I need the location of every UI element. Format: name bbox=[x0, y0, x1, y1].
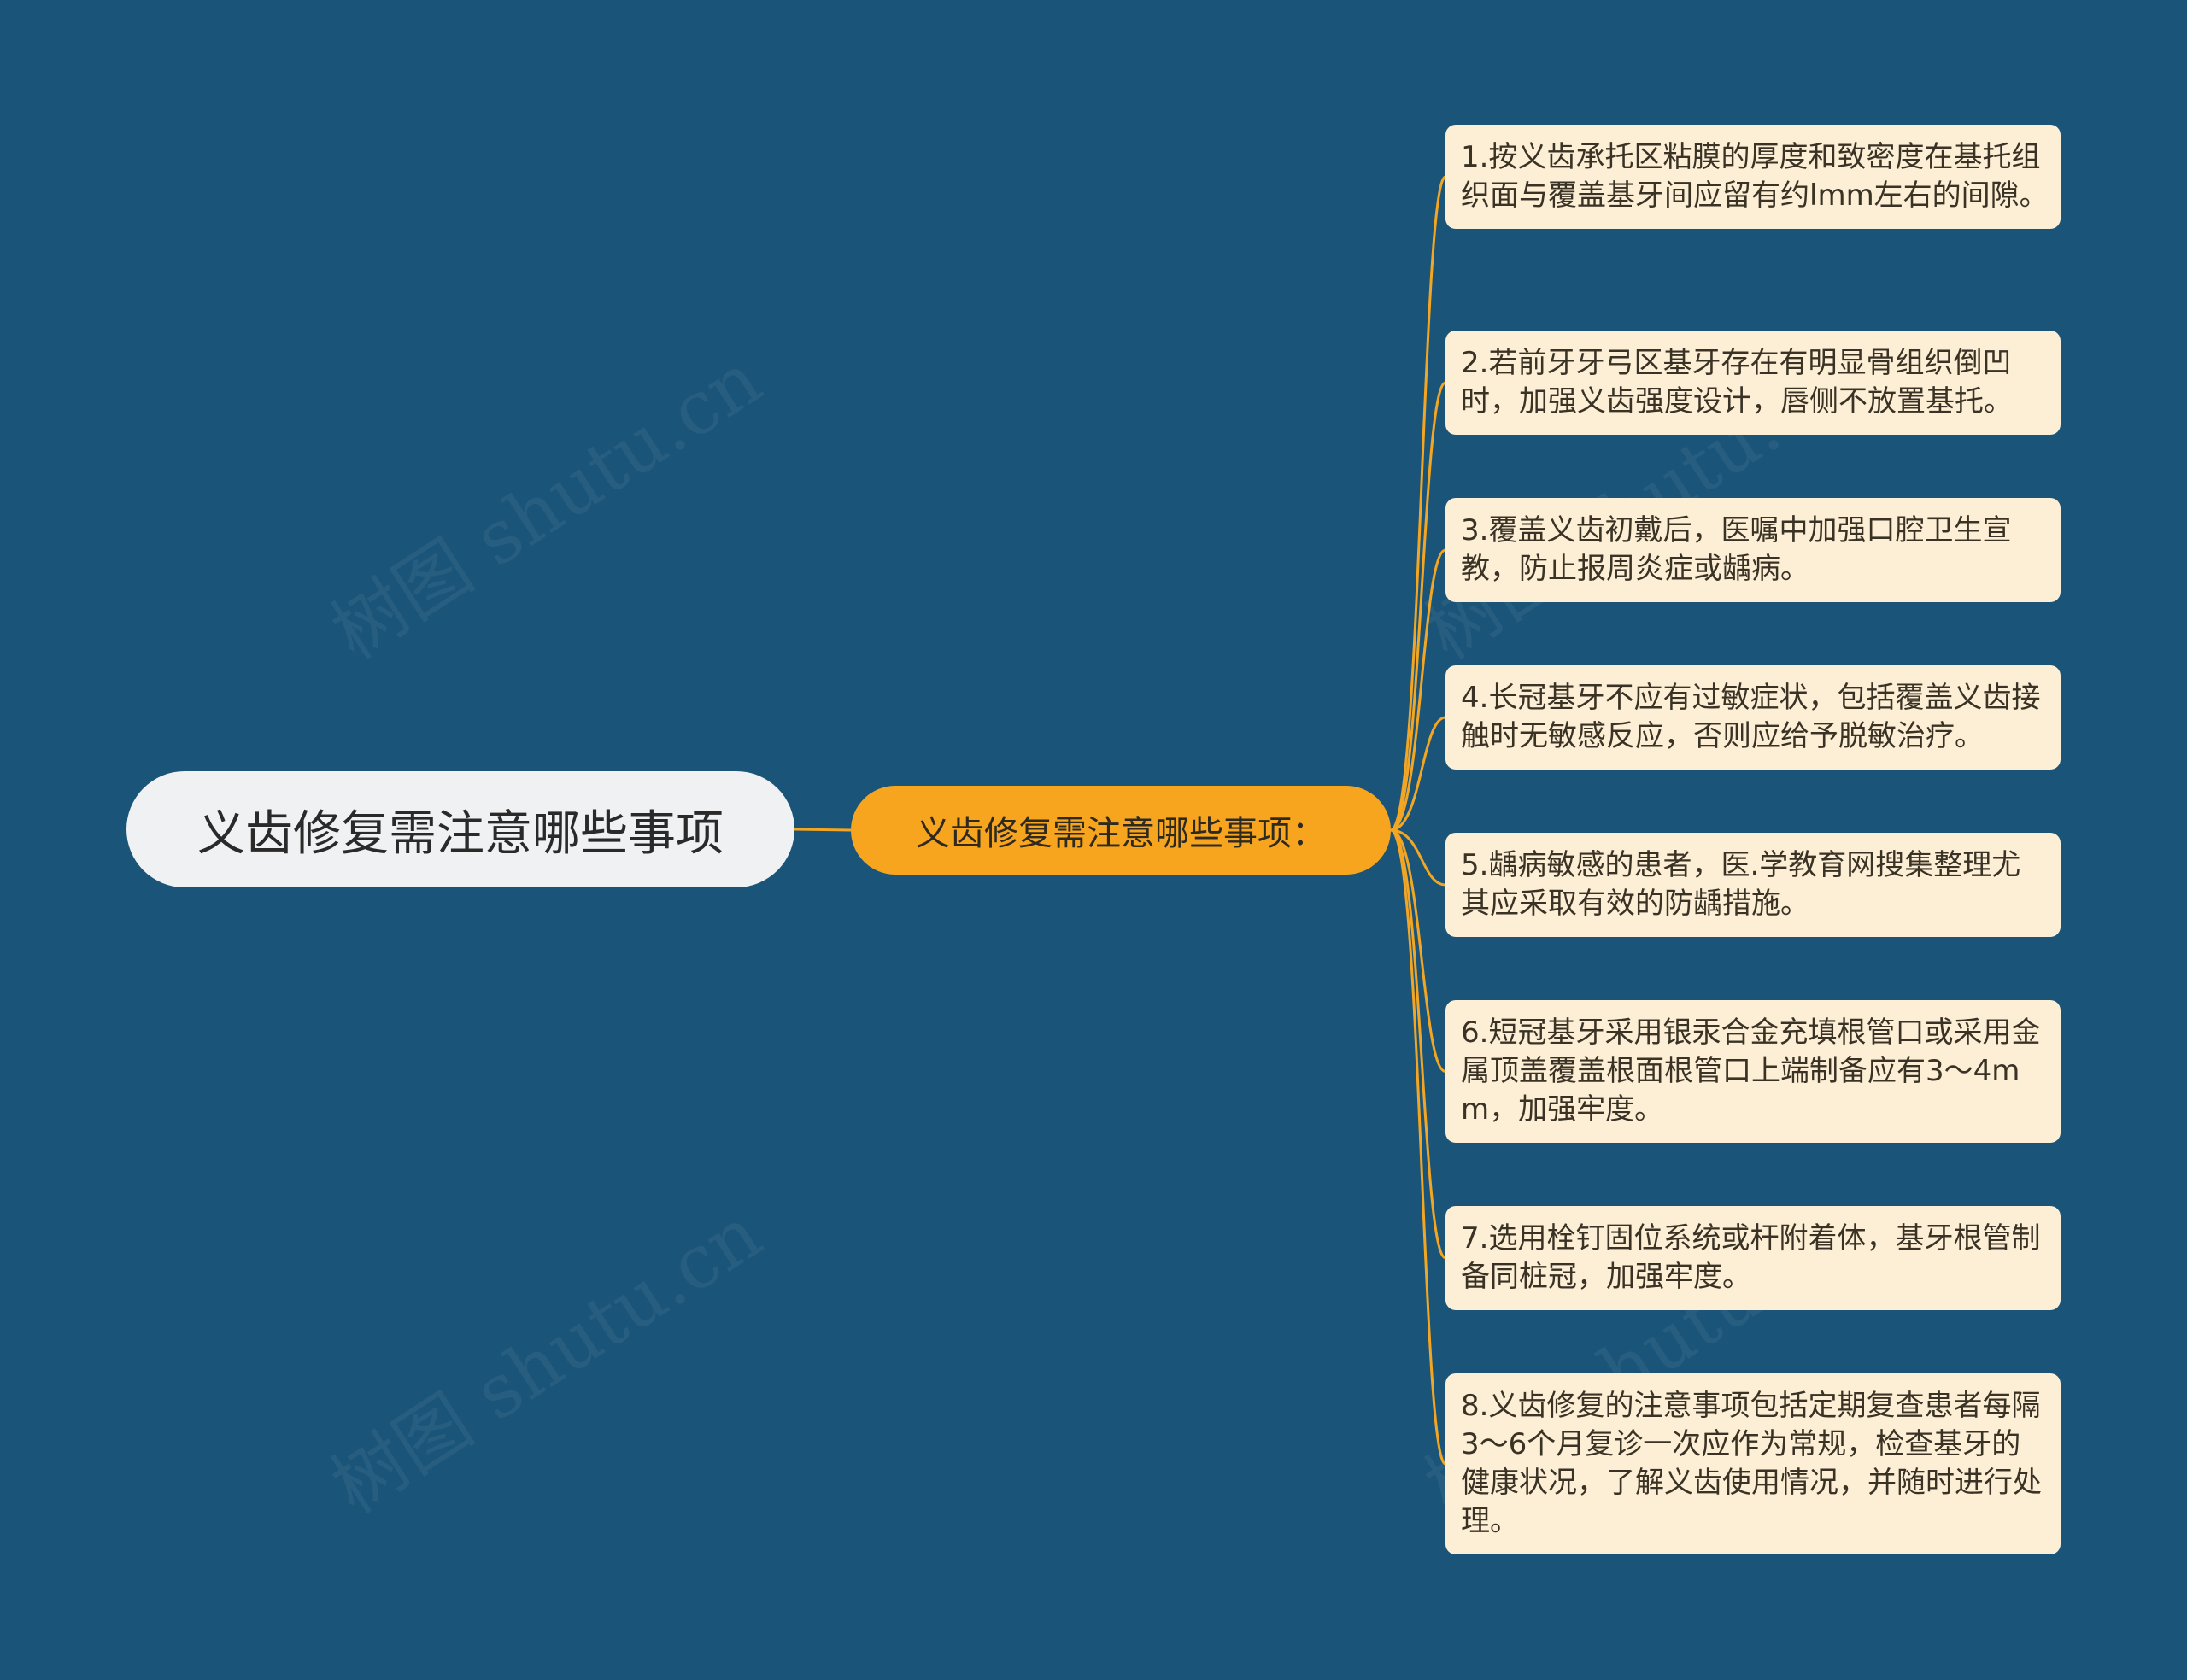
root-topic[interactable]: 义齿修复需注意哪些事项 bbox=[126, 771, 794, 887]
leaf-node-6[interactable]: 6.短冠基牙采用银汞合金充填根管口或采用金属顶盖覆盖根面根管口上端制备应有3～4… bbox=[1445, 1000, 2061, 1143]
watermark: 树图 shutu.cn bbox=[317, 337, 777, 676]
edge-root-to-subtopic bbox=[794, 828, 852, 832]
leaf-node-1[interactable]: 1.按义齿承托区粘膜的厚度和致密度在基托组织面与覆盖基牙间应留有约lmm左右的间… bbox=[1445, 125, 2061, 229]
leaf-text: 1.按义齿承托区粘膜的厚度和致密度在基托组织面与覆盖基牙间应留有约lmm左右的间… bbox=[1461, 140, 2049, 213]
leaf-text: 5.龋病敏感的患者，医.学教育网搜集整理尤其应采取有效的防龋措施。 bbox=[1461, 848, 2021, 921]
leaf-node-3[interactable]: 3.覆盖义齿初戴后，医嘱中加强口腔卫生宣教，防止报周炎症或龋病。 bbox=[1445, 498, 2061, 602]
edge-subtopic-to-leaf-1 bbox=[1390, 175, 1447, 832]
leaf-node-7[interactable]: 7.选用栓钉固位系统或杆附着体，基牙根管制备同桩冠，加强牢度。 bbox=[1445, 1206, 2061, 1310]
leaf-node-2[interactable]: 2.若前牙牙弓区基牙存在有明显骨组织倒凹时，加强义齿强度设计，唇侧不放置基托。 bbox=[1445, 331, 2061, 435]
leaf-node-4[interactable]: 4.长冠基牙不应有过敏症状，包括覆盖义齿接触时无敏感反应，否则应给予脱敏治疗。 bbox=[1445, 665, 2061, 770]
leaf-text: 7.选用栓钉固位系统或杆附着体，基牙根管制备同桩冠，加强牢度。 bbox=[1461, 1221, 2041, 1294]
watermark: 树图 shutu.cn bbox=[317, 1191, 777, 1531]
edge-subtopic-to-leaf-5 bbox=[1390, 828, 1446, 887]
subtopic-label: 义齿修复需注意哪些事项： bbox=[916, 814, 1326, 853]
edge-subtopic-to-leaf-6 bbox=[1390, 828, 1446, 1073]
leaf-text: 6.短冠基牙采用银汞合金充填根管口或采用金属顶盖覆盖根面根管口上端制备应有3～4… bbox=[1461, 1016, 2041, 1127]
edge-subtopic-to-leaf-4 bbox=[1390, 716, 1446, 832]
leaf-text: 3.覆盖义齿初戴后，医嘱中加强口腔卫生宣教，防止报周炎症或龋病。 bbox=[1461, 513, 2012, 586]
subtopic-node[interactable]: 义齿修复需注意哪些事项： bbox=[851, 786, 1391, 875]
edge-subtopic-to-leaf-7 bbox=[1390, 828, 1446, 1260]
leaf-text: 2.若前牙牙弓区基牙存在有明显骨组织倒凹时，加强义齿强度设计，唇侧不放置基托。 bbox=[1461, 346, 2013, 419]
edge-subtopic-to-leaf-8 bbox=[1390, 828, 1447, 1466]
mindmap-canvas: 树图 shutu.cn 树图 shutu.cn 树图 shutu.cn 树图 s… bbox=[0, 0, 2187, 1680]
root-topic-label: 义齿修复需注意哪些事项 bbox=[197, 805, 724, 862]
leaf-text: 4.长冠基牙不应有过敏症状，包括覆盖义齿接触时无敏感反应，否则应给予脱敏治疗。 bbox=[1461, 681, 2041, 753]
leaf-node-5[interactable]: 5.龋病敏感的患者，医.学教育网搜集整理尤其应采取有效的防龋措施。 bbox=[1445, 833, 2061, 937]
leaf-text: 8.义齿修复的注意事项包括定期复查患者每隔3～6个月复诊一次应作为常规，检查基牙… bbox=[1461, 1389, 2042, 1538]
leaf-node-8[interactable]: 8.义齿修复的注意事项包括定期复查患者每隔3～6个月复诊一次应作为常规，检查基牙… bbox=[1445, 1373, 2061, 1554]
